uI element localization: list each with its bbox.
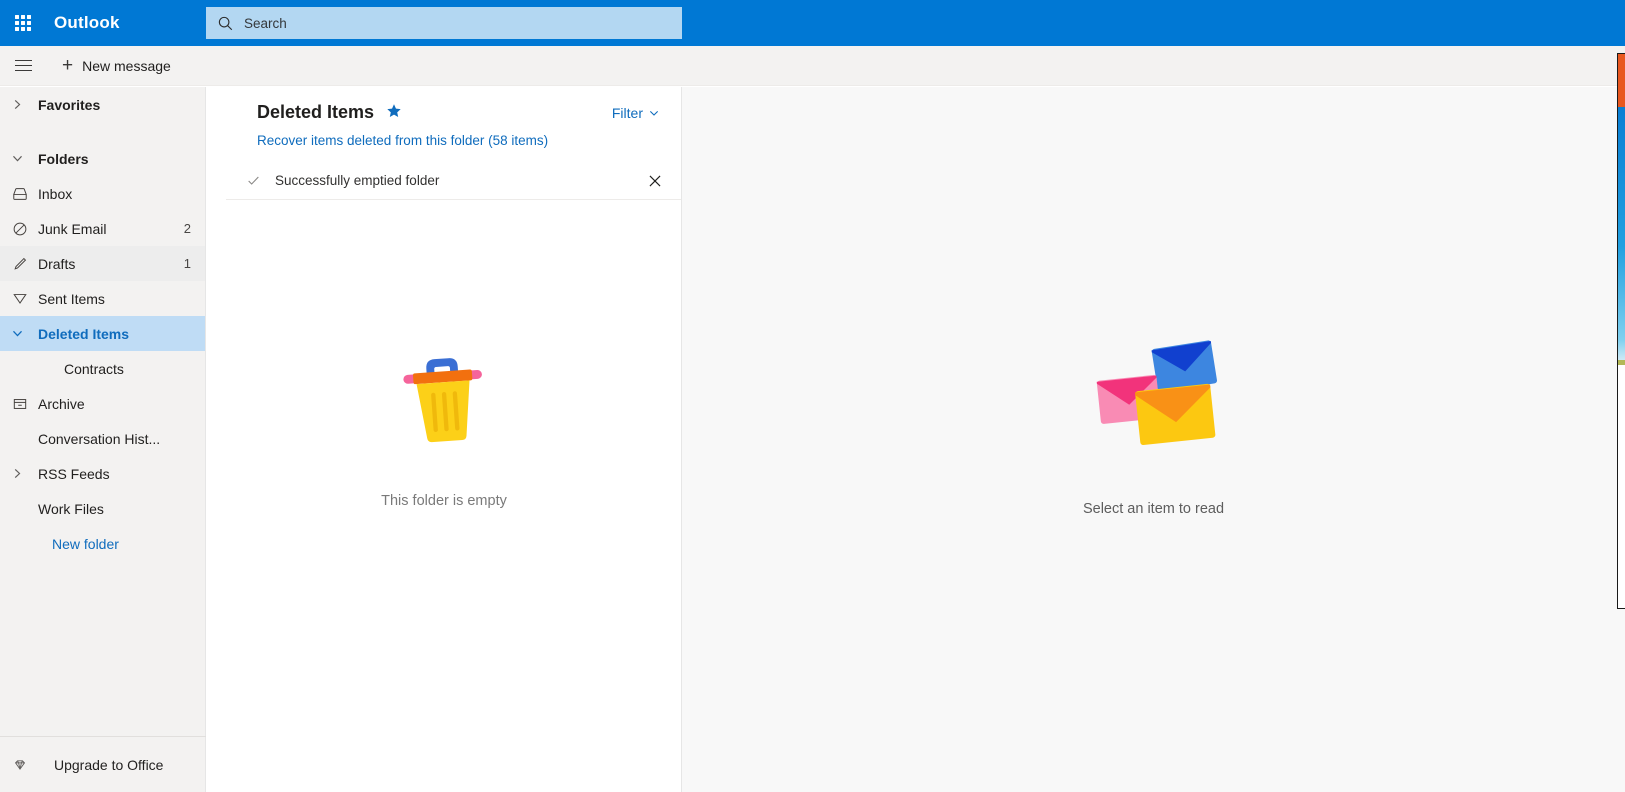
app-launcher-waffle-icon[interactable] (0, 0, 46, 46)
chevron-right-icon (12, 468, 38, 479)
folder-sidebar: Favorites Folders Inbox Junk Email 2 Dra… (0, 87, 206, 792)
empty-trash-can-illustration (385, 335, 503, 453)
star-filled-icon[interactable] (386, 103, 402, 123)
message-list-header: Deleted Items Filter Recover items delet… (206, 87, 681, 200)
chevron-right-icon (12, 99, 38, 110)
sidebar-item-label: Deleted Items (38, 325, 130, 342)
sliver-band-sky (1618, 107, 1625, 360)
new-folder-button[interactable]: New folder (0, 526, 205, 561)
page-title: Deleted Items (257, 102, 375, 122)
sidebar-item-label: Archive (38, 395, 85, 412)
sliver-band-orange (1618, 54, 1625, 107)
reading-pane-caption: Select an item to read (1082, 501, 1225, 517)
partially-visible-background-window[interactable] (1617, 53, 1625, 609)
search-input[interactable] (244, 15, 664, 31)
chevron-down-icon (12, 328, 38, 339)
diamond-icon (12, 757, 54, 773)
sidebar-item-archive[interactable]: Archive (0, 386, 205, 421)
chevron-down-icon (12, 153, 38, 164)
outlook-web-app: Outlook + New message Favorites (0, 0, 1625, 792)
sidebar-item-label: Junk Email (38, 220, 107, 237)
checkmark-icon (246, 173, 275, 188)
filter-button[interactable]: Filter (612, 105, 659, 121)
sidebar-item-work-files[interactable]: Work Files (0, 491, 205, 526)
sidebar-item-count: 1 (183, 256, 191, 271)
send-icon (12, 291, 38, 307)
hamburger-menu-icon[interactable] (0, 46, 46, 86)
status-text: Successfully emptied folder (275, 173, 440, 188)
sidebar-item-label: Inbox (38, 185, 73, 202)
sidebar-group-folders[interactable]: Folders (0, 141, 205, 176)
new-message-button[interactable]: + New message (54, 51, 179, 80)
archive-icon (12, 396, 38, 412)
sliver-band-white (1618, 365, 1625, 608)
upgrade-to-office-button[interactable]: Upgrade to Office (0, 736, 206, 792)
close-icon[interactable] (643, 174, 667, 188)
sidebar-item-label: Sent Items (38, 290, 105, 307)
sidebar-item-label: RSS Feeds (38, 465, 110, 482)
search-icon (206, 15, 244, 32)
upgrade-to-office-label: Upgrade to Office (54, 756, 164, 773)
sidebar-item-conversation-history[interactable]: Conversation Hist... (0, 421, 205, 456)
sidebar-item-sent-items[interactable]: Sent Items (0, 281, 205, 316)
filter-label: Filter (611, 105, 643, 121)
reading-pane-empty-state: Select an item to read (682, 335, 1625, 517)
search-box[interactable] (206, 7, 682, 39)
sidebar-item-deleted-items[interactable]: Deleted Items (0, 316, 205, 351)
waffle-grid (15, 15, 31, 31)
sidebar-item-rss-feeds[interactable]: RSS Feeds (0, 456, 205, 491)
command-bar: + New message (0, 46, 1625, 86)
sidebar-group-label: Favorites (38, 96, 101, 113)
pencil-icon (12, 256, 38, 272)
sidebar-item-label: Contracts (64, 360, 124, 377)
empty-folder-state: This folder is empty (206, 335, 682, 509)
sidebar-item-inbox[interactable]: Inbox (0, 176, 205, 211)
block-icon (12, 221, 38, 237)
reading-pane: Select an item to read (682, 87, 1625, 792)
new-message-label: New message (82, 57, 171, 74)
status-notification: Successfully emptied folder (226, 162, 681, 200)
sidebar-item-label: Work Files (38, 500, 104, 517)
sidebar-item-label: Conversation Hist... (38, 430, 161, 447)
brand-outlook[interactable]: Outlook (54, 13, 120, 33)
inbox-icon (12, 186, 38, 202)
new-folder-label: New folder (52, 535, 119, 552)
sidebar-item-count: 2 (183, 221, 191, 236)
three-envelopes-illustration (1081, 335, 1227, 453)
sidebar-item-drafts[interactable]: Drafts 1 (0, 246, 205, 281)
sidebar-scroll-area: Favorites Folders Inbox Junk Email 2 Dra… (0, 87, 205, 735)
empty-folder-caption: This folder is empty (381, 493, 507, 509)
sidebar-item-contracts[interactable]: Contracts (0, 351, 205, 386)
top-header-bar: Outlook (0, 0, 1625, 46)
sidebar-item-label: Drafts (38, 255, 76, 272)
sidebar-item-junk-email[interactable]: Junk Email 2 (0, 211, 205, 246)
recover-deleted-items-link[interactable]: Recover items deleted from this folder (… (257, 133, 659, 148)
folder-title-row: Deleted Items (257, 102, 659, 123)
sidebar-group-favorites[interactable]: Favorites (0, 87, 205, 122)
sidebar-group-label: Folders (38, 150, 89, 167)
message-list-pane: Deleted Items Filter Recover items delet… (206, 87, 682, 792)
plus-icon: + (62, 55, 74, 76)
chevron-down-icon (649, 105, 659, 121)
